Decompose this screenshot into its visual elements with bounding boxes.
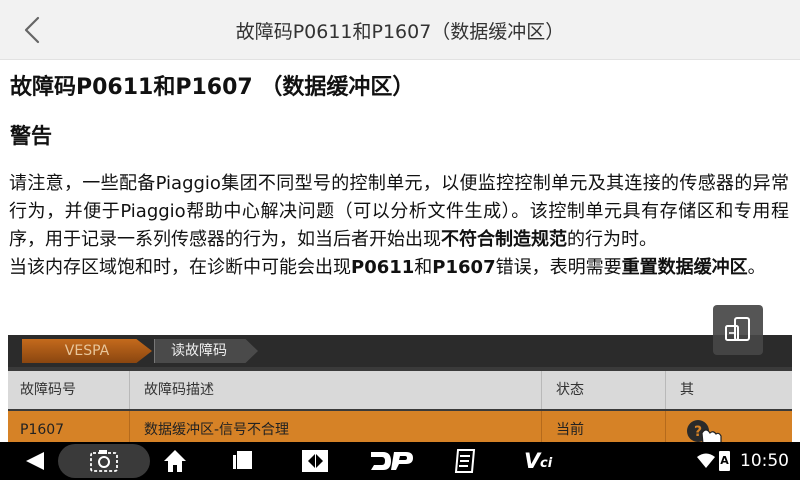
screen-switch-icon (725, 317, 750, 341)
dtc-code-p1607: P1607 (432, 257, 496, 278)
dtc-code-p0611: P0611 (351, 257, 415, 278)
vci-icon[interactable]: V ci (520, 442, 560, 480)
reset-buffer-bold: 重置数据缓冲区 (621, 257, 748, 278)
para2-end: 。 (747, 257, 766, 278)
table-row[interactable]: P1607 数据缓冲区-信号不合理 当前 (8, 411, 792, 442)
column-header-description: 故障码描述 (132, 371, 542, 409)
dtc-screenshot-panel: VESPA 读故障码 故障码号 故障码描述 状态 其 P1607 数据缓冲区-信… (8, 335, 792, 442)
column-header-other: 其 (680, 382, 694, 398)
title-bar: 故障码P0611和P1607（数据缓冲区） (0, 0, 800, 60)
screenshot-button[interactable] (58, 444, 150, 478)
dtc-code-cell: P1607 (8, 411, 130, 442)
svg-text:?: ? (694, 424, 702, 440)
tab-vespa[interactable]: VESPA (22, 339, 152, 363)
para1-end: 的行为时。 (567, 229, 657, 250)
system-nav-bar: V ci A 10:50 (0, 442, 800, 480)
para2-mid: 错误，表明需要 (495, 257, 622, 278)
notes-icon[interactable] (450, 442, 480, 480)
breadcrumb-tabs: VESPA 读故障码 (8, 335, 792, 367)
floating-screen-switch-button[interactable] (713, 305, 763, 355)
warning-heading: 警告 (10, 124, 52, 148)
column-header-status: 状态 (544, 371, 666, 409)
table-header: 故障码号 故障码描述 状态 其 (8, 371, 792, 409)
screen-mirror-icon[interactable] (298, 442, 332, 480)
para1-text: 请注意，一些配备Piaggio集团不同型号的控制单元，以便监控控制单元及其连接的… (9, 173, 789, 250)
help-pointer-icon[interactable]: ? (686, 419, 726, 442)
screenshot-icon (90, 450, 118, 472)
home-icon[interactable] (160, 442, 190, 480)
para2-and: 和 (414, 257, 433, 278)
dp-logo-icon[interactable] (366, 442, 416, 480)
status-time: 10:50 (740, 451, 789, 471)
dtc-description-cell: 数据缓冲区-信号不合理 (132, 411, 542, 442)
back-icon[interactable] (20, 442, 50, 480)
article-heading: 故障码P0611和P1607 （数据缓冲区） (10, 75, 415, 100)
wifi-icon (697, 453, 715, 468)
battery-icon: A (719, 451, 730, 471)
column-header-code: 故障码号 (8, 371, 130, 409)
battery-badge: A (720, 454, 729, 467)
dtc-status-cell: 当前 (544, 411, 666, 442)
article-body: 请注意，一些配备Piaggio集团不同型号的控制单元，以便监控控制单元及其连接的… (9, 170, 789, 282)
para2-text: 当该内存区域饱和时，在诊断中可能会出现 (9, 257, 351, 278)
tab-read-dtc[interactable]: 读故障码 (154, 339, 258, 363)
recent-apps-icon[interactable] (228, 442, 262, 480)
para1-bold: 不符合制造规范 (441, 229, 567, 250)
page-title: 故障码P0611和P1607（数据缓冲区） (235, 21, 565, 43)
article-content: 故障码P0611和P1607 （数据缓冲区） 警告 请注意，一些配备Piaggi… (0, 60, 800, 442)
